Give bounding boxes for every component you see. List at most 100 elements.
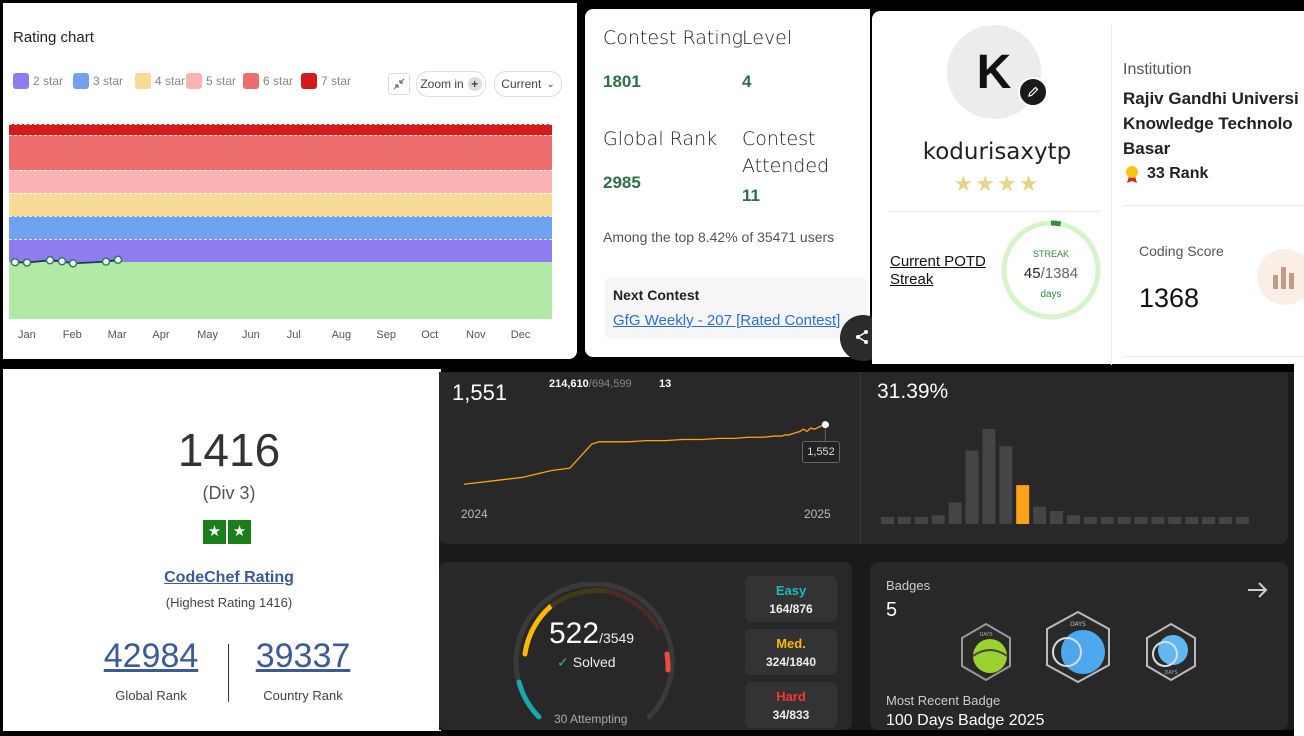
month-tick-label: Sep [376,329,396,341]
ring-hard [664,651,671,673]
next-contest-box: Next Contest GfG Weekly - 207 [Rated Con… [605,277,867,339]
month-tick-label: Jun [242,329,260,341]
streak-label: STREAK [1032,249,1069,259]
rating-point[interactable] [57,257,67,266]
lc-hist-bar [1083,517,1097,524]
month-tick-label: Dec [510,329,531,341]
lc-hist-bar [1219,517,1232,524]
lc-solved-card: 522/3549 ✓ Solved 30 Attempting Easy 164/… [439,562,852,730]
lc-hist-bar [948,502,962,524]
page-background-strip [1294,364,1304,736]
lc-hist-bar [897,517,911,524]
rating-point[interactable] [101,257,111,266]
potd-streak-link[interactable]: Current POTD Streak [890,253,986,289]
level-value: 4 [742,72,752,91]
bar-chart-icon [1273,267,1294,289]
badge-100-days-icon[interactable]: DAYS [1043,610,1113,684]
coding-score-value: 1368 [1139,283,1200,313]
lc-medium-value: 324/1840 [765,655,817,669]
potd-label-1: Current POTD [890,253,986,270]
codechef-stars: ★ ★ [203,520,251,544]
institution-label: Institution [1123,61,1192,78]
lc-easy-box: Easy 164/876 [745,576,837,622]
institution-name: Rajiv Gandhi Universi Knowledge Technolo… [1123,86,1299,161]
ring-medium [522,603,554,657]
lc-hist-bar [1168,517,1182,524]
lc-medium-label: Med. [776,636,806,651]
lc-hard-box: Hard 34/833 [745,682,837,728]
institution-rank: 33 Rank [1123,164,1208,184]
lc-hist-bar [982,429,996,524]
streak-current: 45 [1023,265,1041,282]
level-label: Level [742,27,793,49]
badge-days-text: DAYS [1164,670,1177,676]
lc-hist-bar [1235,517,1249,524]
month-tick-label: Oct [421,329,439,341]
lc-hist-bar [881,517,894,524]
global-rank-label: Global Rank [115,688,187,703]
contest-attended-value: 11 [742,186,760,205]
gfg-profile-panel: K kodurisaxytp ★★★★ Current POTD Streak … [872,11,1304,365]
badge-50-days-icon[interactable]: DAYS [958,622,1014,682]
codechef-country-rank[interactable]: 39337 [227,637,379,676]
month-tick-label: Feb [62,329,82,341]
divider [1123,356,1304,357]
lc-hist-bar [914,517,928,524]
institution-line-3: Basar [1123,139,1171,158]
divider [888,211,1100,212]
badge-days-icon[interactable]: DAYS [1143,622,1199,682]
month-tick-label: Jan [18,329,36,341]
streak-total: /1384 [1040,265,1079,282]
lc-total: /3549 [599,630,635,646]
lc-hard-label: Hard [776,689,806,704]
lc-recent-badge-label: Most Recent Badge [886,693,1001,708]
lc-hist-bar [1151,517,1165,524]
rating-point[interactable] [68,259,78,268]
rating-point[interactable] [45,256,55,265]
codechef-highest-rating: (Highest Rating 1416) [165,595,293,610]
month-tick-label: May [197,329,218,341]
institution-rank-text: 33 Rank [1147,165,1209,182]
lc-solved: 522 [549,617,600,650]
gfg-contest-panel: Contest Rating 1801 Level 4 Global Rank … [585,9,870,357]
lc-solved-count: 522/3549 [549,617,634,651]
lc-attempting: 30 Attempting [554,712,628,726]
lc-badges-card: Badges 5 DAYS DAYS DAYS Most Recent Badg… [870,562,1288,730]
lc-rating-point[interactable] [821,421,829,429]
rating-point[interactable] [22,258,32,267]
check-icon: ✓ [557,654,569,670]
lc-hist-bar [1050,511,1063,524]
ring-easy [516,679,542,720]
global-rank-label: Global Rank [603,128,718,150]
lc-hist-bar [1033,506,1047,524]
arrow-right-icon[interactable] [1246,580,1270,600]
coding-score-label: Coding Score [1139,243,1224,259]
global-rank-value: 2985 [603,173,641,192]
star-icon: ★ [203,520,226,544]
star-icon: ★ [228,520,251,544]
lc-hist-bar [1117,517,1131,524]
codechef-global-rank[interactable]: 42984 [75,637,227,676]
lc-hist-bar [1185,517,1199,524]
codechef-summary-panel: 1416 (Div 3) ★ ★ CodeChef Rating (Highes… [3,369,441,731]
rating-point[interactable] [113,255,123,265]
next-contest-link[interactable]: GfG Weekly - 207 [Rated Contest] [613,312,840,329]
badge-days-text: DAYS [979,632,992,638]
lc-easy-value: 164/876 [769,602,813,616]
month-tick-label: Jul [286,329,301,341]
next-contest-label: Next Contest [613,287,700,303]
rating-point[interactable] [10,257,20,267]
institution-line-2: Knowledge Technolo [1123,114,1293,133]
lc-recent-badge: 100 Days Badge 2025 [886,712,1045,729]
contest-rating-value: 1801 [603,72,641,91]
lc-badges-label: Badges [886,578,931,593]
lc-hist-bar [1134,517,1148,524]
edit-profile-button[interactable] [1018,77,1048,107]
lc-hard-value: 34/833 [772,708,810,722]
lc-medium-box: Med. 324/1840 [745,629,837,675]
lc-tooltip: 1,552 [802,441,840,463]
codechef-rating-link[interactable]: CodeChef Rating [3,569,455,587]
streak-unit: days [1040,289,1062,300]
institution-line-1: Rajiv Gandhi Universi [1123,89,1299,108]
top-percent-text: Among the top 8.42% of 35471 users [603,229,835,245]
